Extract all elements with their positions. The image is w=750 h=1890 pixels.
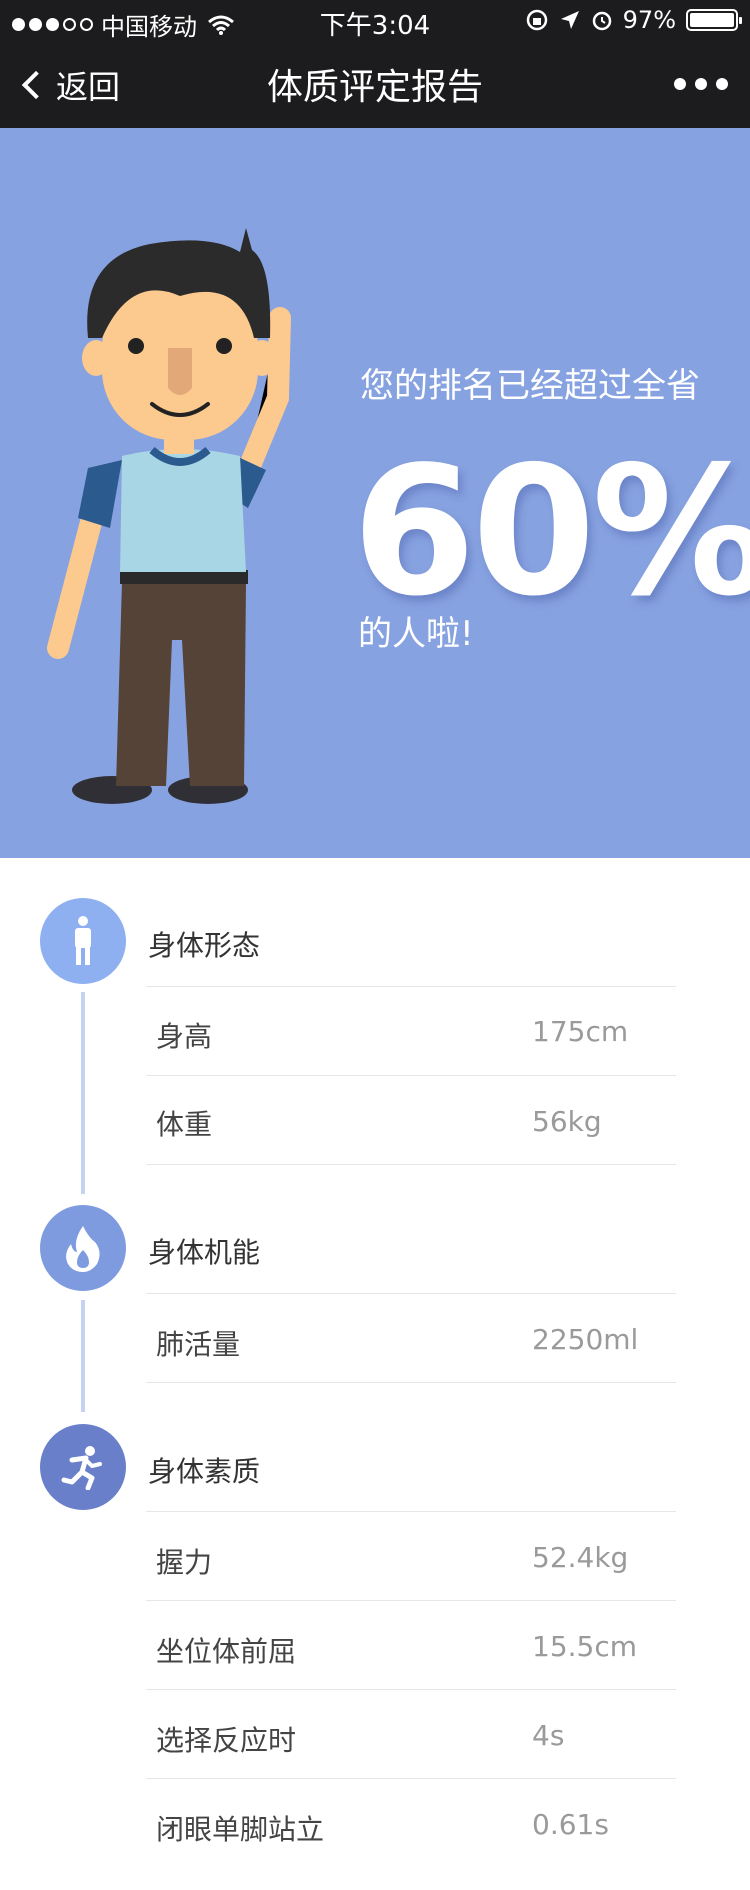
metric-label: 选择反应时	[156, 1724, 297, 1757]
metric-value: 4s	[532, 1719, 565, 1752]
timeline-connector	[81, 1300, 85, 1412]
alarm-icon	[592, 11, 611, 31]
metric-label: 闭眼单脚站立	[156, 1813, 325, 1846]
timeline-connector	[81, 992, 85, 1194]
metric-label: 肺活量	[156, 1328, 241, 1361]
location-icon	[560, 11, 579, 29]
metric-value: 0.61s	[532, 1808, 609, 1841]
metric-label: 握力	[156, 1546, 213, 1579]
metric-value: 56kg	[532, 1105, 602, 1138]
nav-bar: 返回 体质评定报告	[0, 40, 750, 128]
flame-icon	[40, 1205, 126, 1291]
battery-icon	[686, 9, 742, 31]
section-title-body-form: 身体形态	[148, 929, 261, 962]
top-bar: 中国移动 下午3:04 97% 返回 体质评定报告	[0, 0, 750, 128]
metric-value: 15.5cm	[532, 1630, 638, 1663]
divider	[146, 1511, 676, 1512]
runner-icon	[40, 1424, 126, 1510]
divider	[146, 986, 676, 987]
metric-label: 坐位体前屈	[156, 1635, 297, 1668]
ranking-suffix: 的人啦!	[358, 614, 474, 654]
section-title-physical-fitness: 身体素质	[148, 1455, 261, 1488]
divider	[146, 1778, 676, 1779]
metric-value: 52.4kg	[532, 1541, 629, 1574]
divider	[146, 1293, 676, 1294]
rotation-lock-icon	[526, 9, 547, 31]
ranking-percent: 60%	[352, 428, 750, 635]
metric-value: 2250ml	[532, 1323, 639, 1356]
metric-label: 体重	[156, 1108, 213, 1141]
divider	[146, 1164, 676, 1165]
status-right: 97%	[525, 6, 742, 34]
metric-value: 175cm	[532, 1015, 629, 1048]
divider	[146, 1600, 676, 1601]
divider	[146, 1382, 676, 1383]
page-title: 体质评定报告	[266, 67, 483, 108]
more-icon[interactable]	[674, 78, 728, 90]
metric-label: 身高	[156, 1020, 213, 1053]
battery-percent: 97%	[622, 6, 676, 34]
ranking-text: 您的排名已经超过全省	[360, 366, 700, 406]
ranking-hero: 您的排名已经超过全省 60% 的人啦!	[0, 128, 750, 858]
divider	[146, 1689, 676, 1690]
cartoon-person-illustration	[47, 228, 291, 804]
section-title-body-function: 身体机能	[148, 1236, 261, 1269]
status-bar: 中国移动 下午3:04 97%	[0, 0, 750, 41]
divider	[146, 1075, 676, 1076]
person-icon	[40, 898, 126, 984]
